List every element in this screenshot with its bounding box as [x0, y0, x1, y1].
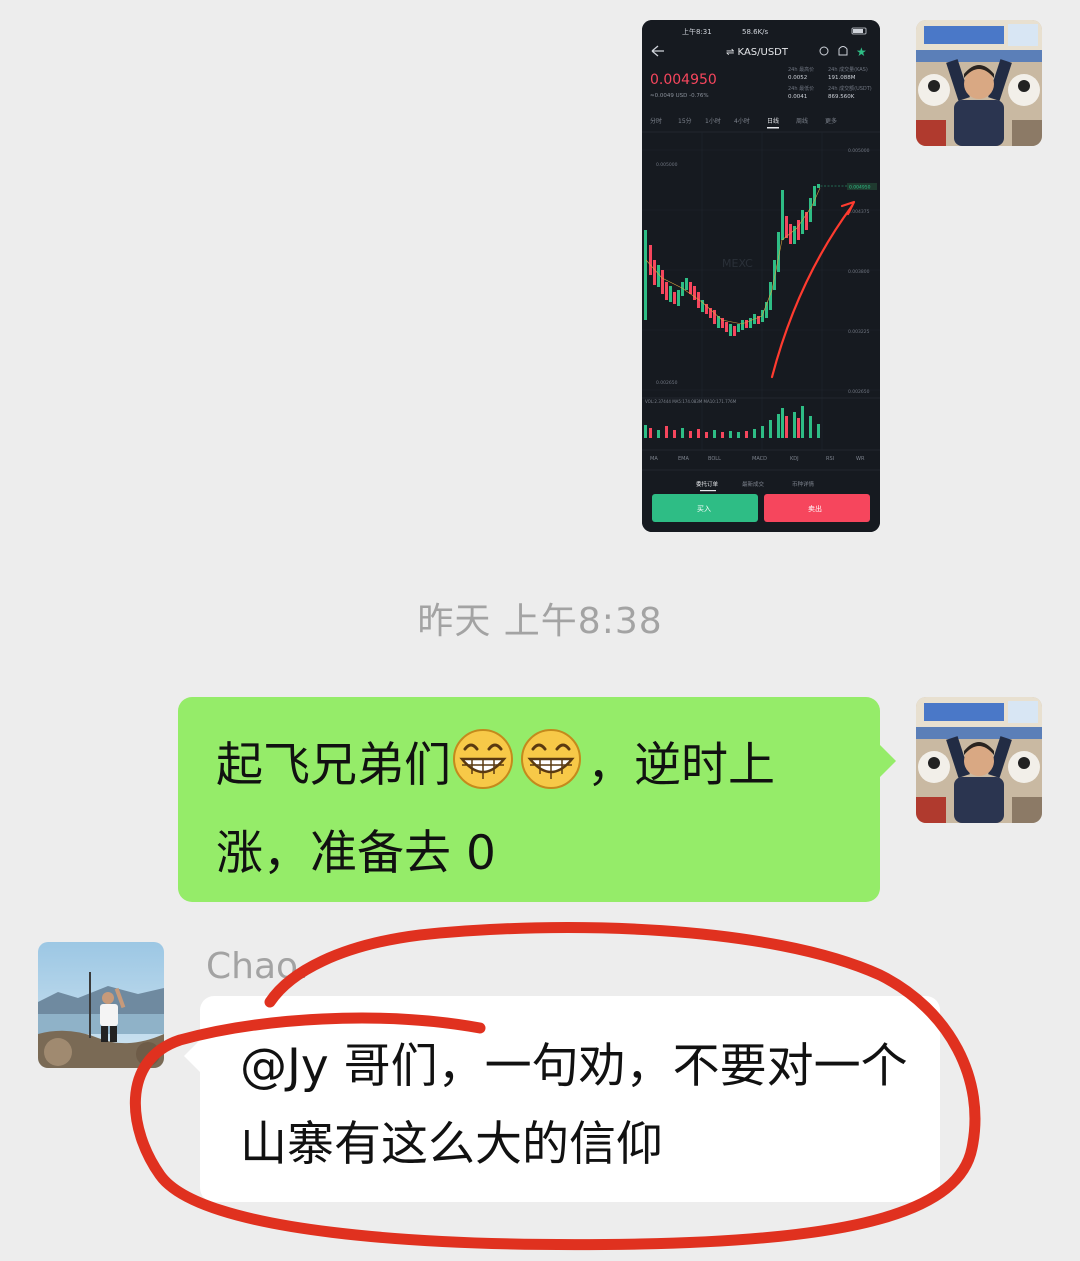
status-net-speed: 58.6K/s	[742, 28, 769, 36]
svg-text:0.005000: 0.005000	[656, 162, 678, 168]
chart-screenshot-image[interactable]: 上午8:31 58.6K/s ⇌ KAS/USDT ★ 0.004950 ≈0.…	[642, 20, 880, 532]
self-avatar[interactable]	[916, 20, 1042, 146]
svg-text:0.005000: 0.005000	[848, 148, 870, 154]
star-icon: ★	[856, 45, 867, 59]
own-message-bubble[interactable]: 起飞兄弟们 ，逆时上涨，准备去 0	[178, 697, 896, 902]
tab-time-0: 分时	[650, 117, 662, 125]
svg-text:EMA: EMA	[678, 456, 689, 462]
svg-text:最新成交: 最新成交	[742, 480, 765, 488]
message-timestamp: 昨天 上午8:38	[417, 601, 663, 642]
svg-text:0.002650: 0.002650	[848, 389, 870, 395]
svg-text:0.0041: 0.0041	[788, 94, 807, 100]
svg-text:0.002650: 0.002650	[656, 380, 678, 386]
svg-text:MACD: MACD	[752, 456, 767, 462]
pair-title: ⇌ KAS/USDT	[726, 47, 789, 58]
tab-time-3: 4小时	[734, 117, 750, 125]
incoming-message-bubble[interactable]: @Jy 哥们，一句劝，不要对一个山寨有这么大的信仰	[184, 996, 940, 1202]
svg-text:24h 最高价: 24h 最高价	[788, 66, 814, 73]
grinning-face-emoji	[453, 729, 513, 789]
grinning-face-emoji	[521, 729, 581, 789]
tab-time-4: 日线	[767, 117, 779, 125]
svg-text:24h 最低价: 24h 最低价	[788, 85, 814, 92]
svg-text:BOLL: BOLL	[708, 456, 721, 462]
sender-name: Chao.	[206, 946, 309, 987]
svg-text:币种详情: 币种详情	[792, 480, 815, 488]
svg-text:委托订单: 委托订单	[696, 480, 719, 488]
svg-text:0.003225: 0.003225	[848, 329, 870, 335]
tab-time-1: 15分	[678, 117, 692, 125]
price-change: ≈0.0049 USD -0.76%	[650, 93, 709, 99]
tab-time-5: 周线	[796, 117, 808, 125]
watermark: MEXC	[722, 257, 753, 270]
svg-text:MA: MA	[650, 456, 658, 462]
svg-text:RSI: RSI	[826, 456, 834, 462]
svg-text:KDJ: KDJ	[790, 456, 799, 462]
svg-text:卖出: 卖出	[808, 504, 822, 513]
sender-avatar[interactable]	[38, 942, 164, 1068]
own-message-text: 起飞兄弟们 ，逆时上涨，准备去 0	[216, 727, 848, 893]
svg-text:0.004950: 0.004950	[849, 185, 871, 191]
self-avatar[interactable]	[916, 697, 1042, 823]
svg-text:WR: WR	[856, 456, 865, 462]
last-price: 0.004950	[650, 72, 717, 88]
tab-time-2: 1小时	[705, 117, 721, 125]
tab-time-6: 更多	[825, 117, 837, 125]
incoming-message-text: @Jy 哥们，一句劝，不要对一个山寨有这么大的信仰	[240, 1039, 908, 1172]
svg-text:0.0052: 0.0052	[788, 75, 807, 81]
svg-text:869.560K: 869.560K	[828, 94, 855, 100]
svg-text:24h 成交量(KAS): 24h 成交量(KAS)	[828, 66, 868, 73]
svg-text:24h 成交额(USDT): 24h 成交额(USDT)	[828, 85, 872, 92]
volume-indicator-line: VOL:2.37444 MA5:174.083M MA10:171.776M	[645, 399, 737, 404]
svg-text:0.003800: 0.003800	[848, 269, 870, 275]
svg-text:191.088M: 191.088M	[828, 75, 856, 81]
status-time: 上午8:31	[682, 27, 712, 36]
svg-text:买入: 买入	[697, 505, 711, 513]
